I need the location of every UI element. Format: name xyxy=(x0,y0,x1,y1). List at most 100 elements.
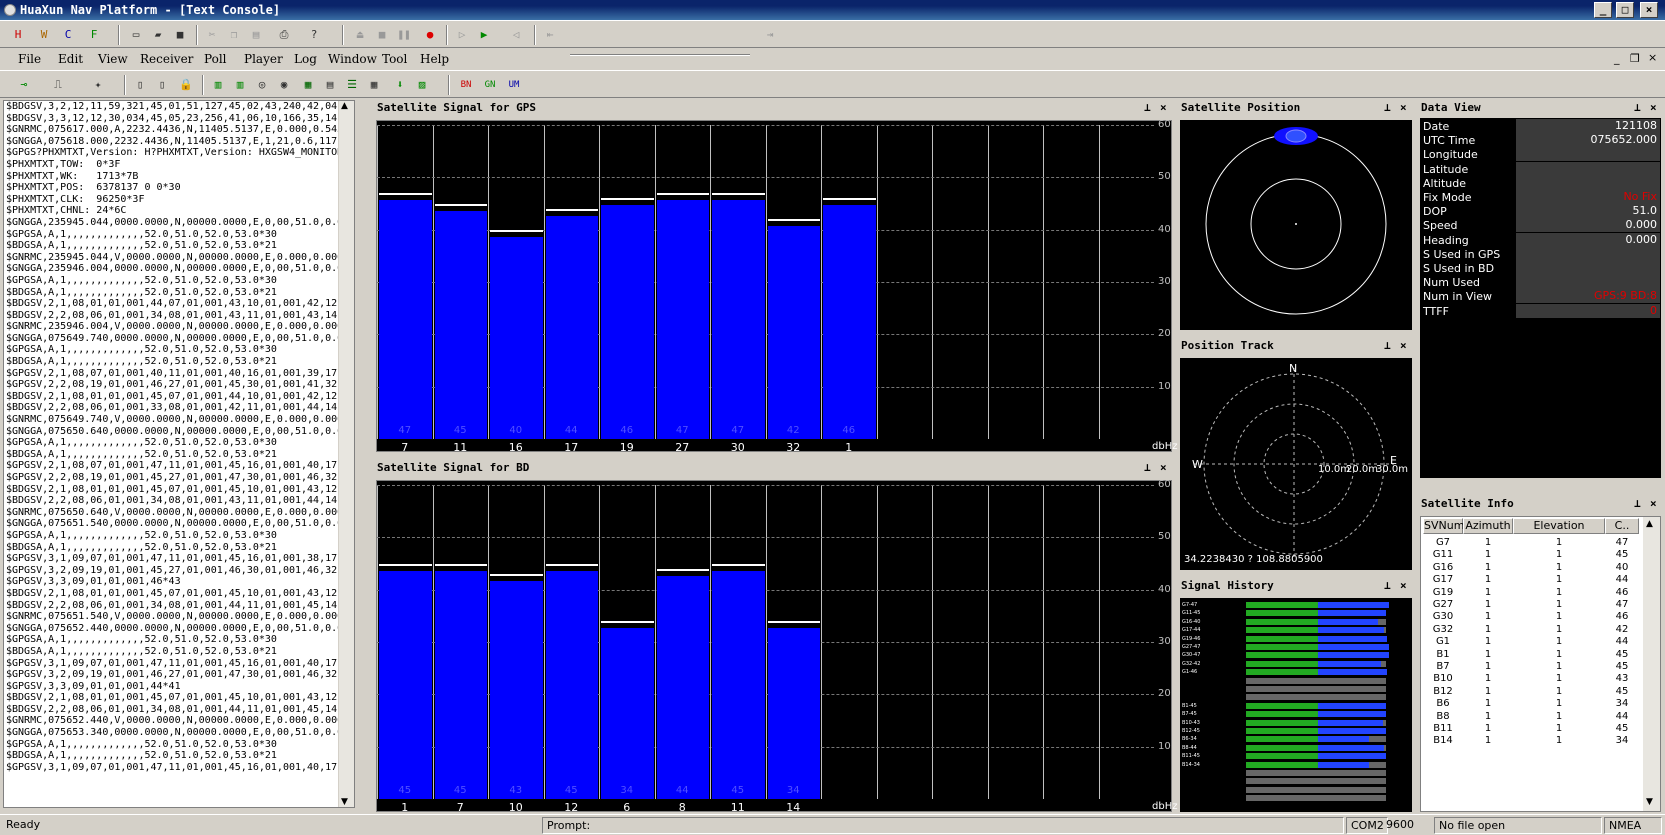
um-button[interactable]: UM xyxy=(504,76,524,94)
document2-icon[interactable]: ▯ xyxy=(152,76,172,94)
play-icon[interactable]: ▶ xyxy=(474,26,494,44)
menu-window[interactable]: Window xyxy=(328,52,377,66)
table-view-icon[interactable]: ▦ xyxy=(364,76,384,94)
sat-info-table[interactable]: SVNum Azimuth Elevation C.. G7 1 1 47 G11 1 1 4… xyxy=(1420,516,1661,812)
pin-icon[interactable]: ⊥ xyxy=(1384,100,1391,116)
mdi-close-button[interactable]: × xyxy=(1648,51,1657,64)
step-icon[interactable]: ▷ xyxy=(452,26,472,44)
menu-player[interactable]: Player xyxy=(244,52,283,66)
sat-info-scrollbar[interactable]: ▲ ▼ xyxy=(1643,517,1660,811)
mdi-restore-button[interactable]: ❐ xyxy=(1630,52,1640,65)
col-azimuth[interactable]: Azimuth xyxy=(1463,518,1513,534)
pane-close-icon[interactable]: × xyxy=(1160,100,1167,116)
sat-info-row[interactable]: B11 1 1 45 xyxy=(1421,722,1641,735)
pause-icon[interactable]: ❚❚ xyxy=(394,26,414,44)
sat-info-row[interactable]: G32 1 1 42 xyxy=(1421,623,1641,636)
receiver-h-button[interactable]: H xyxy=(8,26,28,44)
pin-icon[interactable]: ⊥ xyxy=(1144,460,1151,476)
gps-signal-view-icon[interactable]: ▥ xyxy=(208,76,228,94)
mdi-minimize-button[interactable]: _ xyxy=(1614,52,1620,65)
menu-view[interactable]: View xyxy=(98,52,128,66)
rewind-start-icon[interactable]: ⇤ xyxy=(540,26,560,44)
cut-icon[interactable]: ✂ xyxy=(202,26,222,44)
text-console[interactable]: $BDGSV,3,2,12,11,59,321,45,01,51,127,45,… xyxy=(3,100,355,808)
sat-info-row[interactable]: B12 1 1 45 xyxy=(1421,685,1641,698)
pane-close-icon[interactable]: × xyxy=(1400,100,1407,116)
sat-info-row[interactable]: B1 1 1 45 xyxy=(1421,648,1641,661)
sat-info-row[interactable]: G17 1 1 44 xyxy=(1421,573,1641,586)
eject-icon[interactable]: ⏏ xyxy=(350,26,370,44)
col-svnum[interactable]: SVNum xyxy=(1423,518,1464,534)
sat-info-row[interactable]: G7 1 1 47 xyxy=(1421,536,1641,549)
menu-tool[interactable]: Tool xyxy=(382,52,407,66)
scroll-up-icon[interactable]: ▲ xyxy=(1646,519,1653,529)
menu-receiver[interactable]: Receiver xyxy=(140,52,193,66)
wand-icon[interactable]: ✦ xyxy=(88,76,108,94)
back-icon[interactable]: ◁ xyxy=(506,26,526,44)
pin-icon[interactable]: ⊥ xyxy=(1634,496,1641,512)
scroll-down-icon[interactable]: ▼ xyxy=(341,797,348,807)
history-view-icon[interactable]: ☰ xyxy=(342,76,362,94)
sat-info-row[interactable]: B10 1 1 43 xyxy=(1421,672,1641,685)
save-icon[interactable]: ■ xyxy=(170,26,190,44)
menu-file[interactable]: File xyxy=(18,52,41,66)
close-button[interactable]: × xyxy=(1640,2,1658,18)
sat-info-row[interactable]: G1 1 1 44 xyxy=(1421,635,1641,648)
new-file-icon[interactable]: ▭ xyxy=(126,26,146,44)
record-icon[interactable]: ● xyxy=(420,26,440,44)
sat-info-row[interactable]: G19 1 1 46 xyxy=(1421,586,1641,599)
lock-icon[interactable]: 🔒 xyxy=(176,76,196,94)
paste-icon[interactable]: ▤ xyxy=(246,26,266,44)
sat-info-row[interactable]: G11 1 1 45 xyxy=(1421,548,1641,561)
receiver-w-button[interactable]: W xyxy=(34,26,54,44)
bn-button[interactable]: BN xyxy=(456,76,476,94)
pane-close-icon[interactable]: × xyxy=(1650,496,1657,512)
pin-icon[interactable]: ⊥ xyxy=(1384,338,1391,354)
sat-info-row[interactable]: G30 1 1 46 xyxy=(1421,610,1641,623)
stop-icon[interactable]: ■ xyxy=(372,26,392,44)
sat-position-view-icon[interactable]: ◎ xyxy=(252,76,272,94)
scroll-down-icon[interactable]: ▼ xyxy=(1646,797,1653,807)
pulse-icon[interactable]: ⎍ xyxy=(48,76,68,94)
menu-log[interactable]: Log xyxy=(294,52,317,66)
pane-close-icon[interactable]: × xyxy=(1650,100,1657,116)
open-folder-icon[interactable]: ▰ xyxy=(148,26,168,44)
gn-button[interactable]: GN xyxy=(480,76,500,94)
console-scrollbar[interactable]: ▲ ▼ xyxy=(338,101,354,807)
download-icon[interactable]: ⬇ xyxy=(390,76,410,94)
scroll-up-icon[interactable]: ▲ xyxy=(341,101,348,111)
maximize-button[interactable]: □ xyxy=(1616,2,1634,18)
sat-info-row[interactable]: G27 1 1 47 xyxy=(1421,598,1641,611)
sat-info-row[interactable]: B7 1 1 45 xyxy=(1421,660,1641,673)
bd-signal-view-icon[interactable]: ▥ xyxy=(230,76,250,94)
pane-close-icon[interactable]: × xyxy=(1400,338,1407,354)
connect-icon[interactable]: ⊸ xyxy=(14,76,34,94)
print-icon[interactable]: ⎙ xyxy=(274,26,294,44)
receiver-f-button[interactable]: F xyxy=(84,26,104,44)
pin-icon[interactable]: ⊥ xyxy=(1384,578,1391,594)
sat-info-row[interactable]: B8 1 1 44 xyxy=(1421,710,1641,723)
grid-view-icon[interactable]: ▦ xyxy=(298,76,318,94)
receiver-c-button[interactable]: C xyxy=(58,26,78,44)
forward-end-icon[interactable]: ⇥ xyxy=(760,26,780,44)
sat-info-row[interactable]: B14 1 1 34 xyxy=(1421,734,1641,747)
pin-icon[interactable]: ⊥ xyxy=(1634,100,1641,116)
track-view-icon[interactable]: ◉ xyxy=(274,76,294,94)
minimize-button[interactable]: _ xyxy=(1594,2,1612,18)
pane-close-icon[interactable]: × xyxy=(1160,460,1167,476)
help-icon[interactable]: ? xyxy=(304,26,324,44)
document-icon[interactable]: ▯ xyxy=(130,76,150,94)
sat-info-row[interactable]: G16 1 1 40 xyxy=(1421,561,1641,574)
map-icon[interactable]: ▨ xyxy=(412,76,432,94)
col-elevation[interactable]: Elevation xyxy=(1513,518,1605,534)
col-cn0[interactable]: C.. xyxy=(1605,518,1639,534)
list-view-icon[interactable]: ▤ xyxy=(320,76,340,94)
copy-icon[interactable]: ❐ xyxy=(224,26,244,44)
menu-edit[interactable]: Edit xyxy=(58,52,83,66)
pin-icon[interactable]: ⊥ xyxy=(1144,100,1151,116)
menu-bar: File Edit View Receiver Poll Player Log … xyxy=(0,48,1665,70)
sat-info-row[interactable]: B6 1 1 34 xyxy=(1421,697,1641,710)
menu-poll[interactable]: Poll xyxy=(204,52,227,66)
menu-help[interactable]: Help xyxy=(420,52,449,66)
pane-close-icon[interactable]: × xyxy=(1400,578,1407,594)
